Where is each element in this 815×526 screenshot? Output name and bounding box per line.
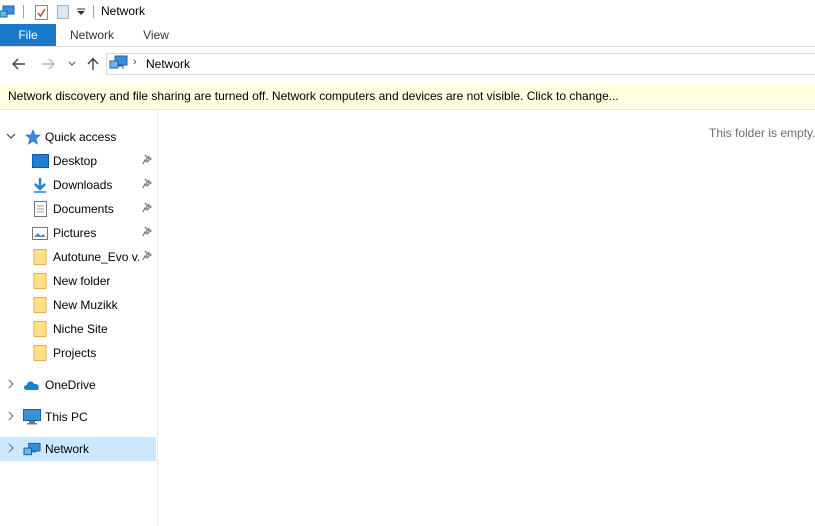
pin-icon[interactable] — [141, 178, 153, 190]
computer-icon — [23, 409, 41, 425]
empty-folder-message: This folder is empty. — [709, 126, 815, 140]
up-arrow-icon — [87, 57, 99, 70]
folder-icon — [31, 321, 49, 337]
breadcrumb-network[interactable]: Network — [146, 57, 190, 71]
network-app-icon[interactable] — [0, 4, 16, 20]
customize-toolbar-dropdown-icon[interactable] — [76, 4, 86, 20]
title-separator — [93, 5, 94, 18]
sidebar-item-label: Desktop — [53, 154, 98, 168]
back-button[interactable] — [10, 55, 28, 73]
info-bar-text[interactable]: Network discovery and file sharing are t… — [8, 89, 619, 103]
tab-file[interactable]: File — [0, 24, 56, 46]
back-arrow-icon — [12, 58, 25, 70]
sidebar-item-new-muzikk[interactable]: New Muzikk — [0, 293, 156, 317]
sidebar-item-label: New Muzikk — [53, 298, 118, 312]
title-separator — [23, 5, 24, 18]
download-arrow-icon — [31, 177, 49, 193]
sidebar-item-label: Projects — [53, 346, 97, 360]
pin-icon[interactable] — [141, 154, 153, 166]
sidebar-item-label: Quick access — [45, 130, 117, 144]
pin-icon[interactable] — [141, 250, 153, 262]
pin-icon[interactable] — [141, 226, 153, 238]
properties-icon[interactable] — [33, 4, 49, 20]
file-list-area[interactable]: This folder is empty. — [158, 110, 815, 526]
star-icon — [24, 129, 42, 145]
folder-icon — [31, 273, 49, 289]
tab-network[interactable]: Network — [60, 24, 124, 46]
sidebar-item-label: Downloads — [53, 178, 113, 192]
sidebar-item-downloads[interactable]: Downloads — [0, 173, 156, 197]
folder-icon — [31, 297, 49, 313]
sidebar-item-label: Pictures — [53, 226, 97, 240]
sidebar-item-label: Network — [45, 442, 90, 456]
sidebar-item-label: Autotune_Evo v. — [53, 250, 141, 264]
cloud-icon — [23, 377, 41, 393]
sidebar-item-label: This PC — [45, 410, 88, 424]
sidebar-item-niche-site[interactable]: Niche Site — [0, 317, 156, 341]
sidebar-item-label: Documents — [53, 202, 114, 216]
chevron-down-icon[interactable] — [5, 130, 17, 142]
sidebar-item-label: OneDrive — [45, 378, 96, 392]
network-icon — [109, 55, 129, 73]
sidebar-item-projects[interactable]: Projects — [0, 341, 156, 365]
forward-arrow-icon — [42, 58, 55, 70]
forward-button[interactable] — [39, 55, 57, 73]
sidebar-item-autotune-evo[interactable]: Autotune_Evo v. — [0, 245, 156, 269]
chevron-right-icon[interactable] — [5, 442, 17, 454]
sidebar-item-pictures[interactable]: Pictures — [0, 221, 156, 245]
pin-icon[interactable] — [141, 202, 153, 214]
sidebar-item-new-folder[interactable]: New folder — [0, 269, 156, 293]
desktop-icon — [31, 153, 49, 169]
chevron-right-icon[interactable] — [5, 410, 17, 422]
navigation-bar: › Network — [0, 47, 815, 81]
network-icon — [23, 441, 41, 457]
sidebar-item-documents[interactable]: Documents — [0, 197, 156, 221]
ribbon: File Network View — [0, 24, 815, 47]
picture-icon — [31, 225, 49, 241]
chevron-right-icon[interactable] — [5, 378, 17, 390]
navigation-pane: Quick access Desktop Downloads Documents… — [0, 110, 158, 526]
address-bar[interactable]: › Network — [106, 53, 815, 75]
chevron-down-icon — [68, 61, 76, 66]
document-icon — [31, 201, 49, 217]
tab-view[interactable]: View — [134, 24, 178, 46]
folder-icon — [31, 345, 49, 361]
sidebar-item-label: New folder — [53, 274, 111, 288]
sidebar-item-this-pc[interactable]: This PC — [0, 405, 156, 429]
new-folder-icon[interactable] — [56, 4, 70, 20]
recent-locations-button[interactable] — [66, 55, 78, 73]
up-button[interactable] — [84, 55, 102, 73]
window-title: Network — [101, 4, 146, 18]
breadcrumb-chevron[interactable]: › — [133, 56, 137, 68]
title-bar: Network — [0, 0, 815, 24]
sidebar-item-network[interactable]: Network — [0, 437, 156, 461]
folder-icon — [31, 249, 49, 265]
sidebar-item-onedrive[interactable]: OneDrive — [0, 373, 156, 397]
sidebar-item-desktop[interactable]: Desktop — [0, 149, 156, 173]
sidebar-item-label: Niche Site — [53, 322, 108, 336]
sidebar-item-quick-access[interactable]: Quick access — [0, 125, 156, 149]
network-discovery-info-bar[interactable]: Network discovery and file sharing are t… — [0, 84, 815, 110]
